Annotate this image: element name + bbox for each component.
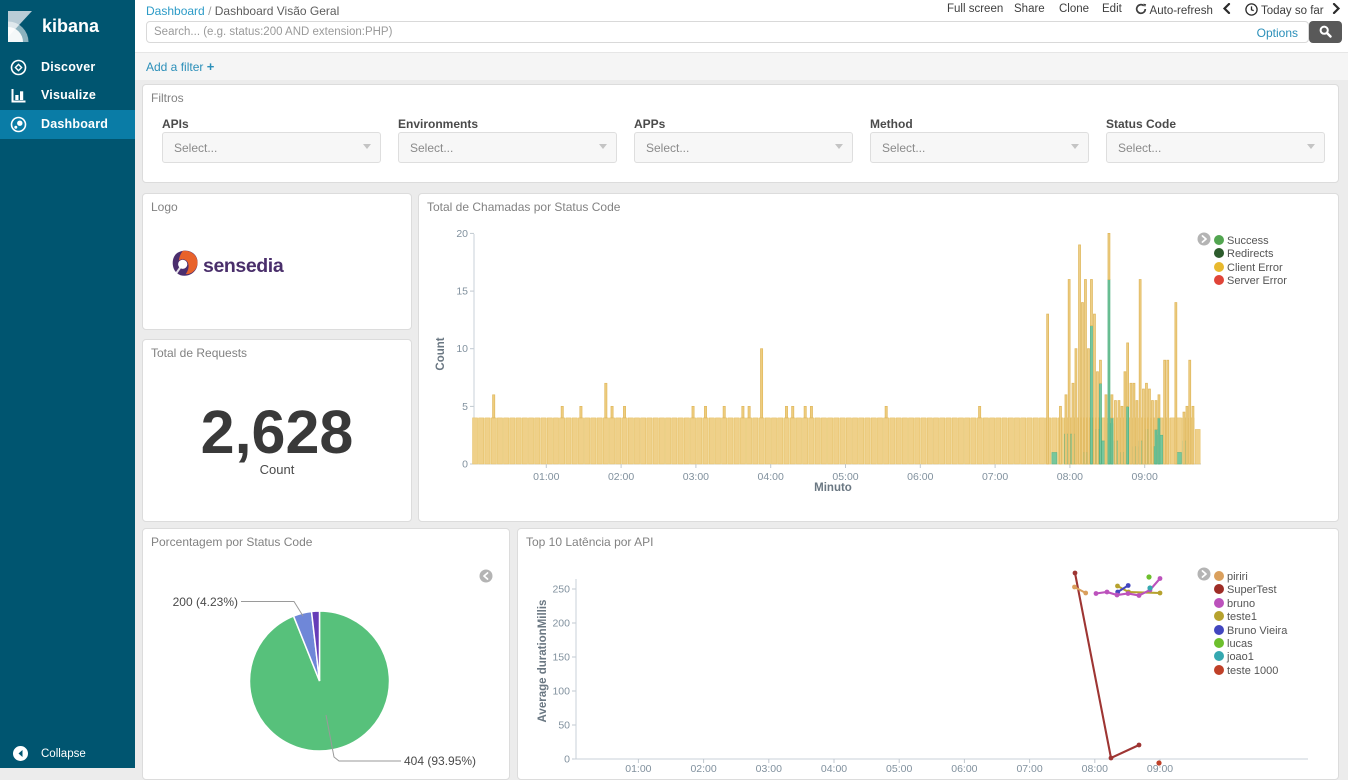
svg-text:Minuto: Minuto	[814, 482, 852, 494]
svg-text:06:00: 06:00	[907, 471, 933, 483]
svg-text:04:00: 04:00	[821, 763, 847, 775]
svg-text:01:00: 01:00	[625, 763, 651, 775]
svg-text:0: 0	[564, 754, 570, 766]
svg-text:08:00: 08:00	[1082, 763, 1108, 775]
svg-text:03:00: 03:00	[756, 763, 782, 775]
svg-text:0: 0	[462, 459, 468, 471]
svg-text:15: 15	[456, 286, 468, 298]
svg-text:200 (4.23%): 200 (4.23%)	[173, 595, 238, 609]
svg-text:5: 5	[462, 401, 468, 413]
svg-text:03:00: 03:00	[683, 471, 709, 483]
svg-text:02:00: 02:00	[690, 763, 716, 775]
svg-text:08:00: 08:00	[1057, 471, 1083, 483]
svg-text:05:00: 05:00	[886, 763, 912, 775]
svg-text:150: 150	[552, 652, 570, 664]
svg-text:404 (93.95%): 404 (93.95%)	[404, 754, 476, 768]
svg-text:200: 200	[552, 618, 570, 630]
svg-text:sensedia: sensedia	[203, 255, 284, 277]
svg-text:100: 100	[552, 686, 570, 698]
svg-text:Average durationMillis: Average durationMillis	[537, 600, 549, 723]
svg-text:06:00: 06:00	[951, 763, 977, 775]
svg-text:07:00: 07:00	[982, 471, 1008, 483]
svg-text:07:00: 07:00	[1016, 763, 1042, 775]
svg-text:02:00: 02:00	[608, 471, 634, 483]
svg-text:250: 250	[552, 584, 570, 596]
svg-text:04:00: 04:00	[758, 471, 784, 483]
svg-text:Count: Count	[435, 337, 447, 370]
svg-text:10: 10	[456, 343, 468, 355]
svg-text:50: 50	[558, 720, 570, 732]
svg-text:01:00: 01:00	[533, 471, 559, 483]
svg-text:09:00: 09:00	[1132, 471, 1158, 483]
svg-text:20: 20	[456, 228, 468, 240]
